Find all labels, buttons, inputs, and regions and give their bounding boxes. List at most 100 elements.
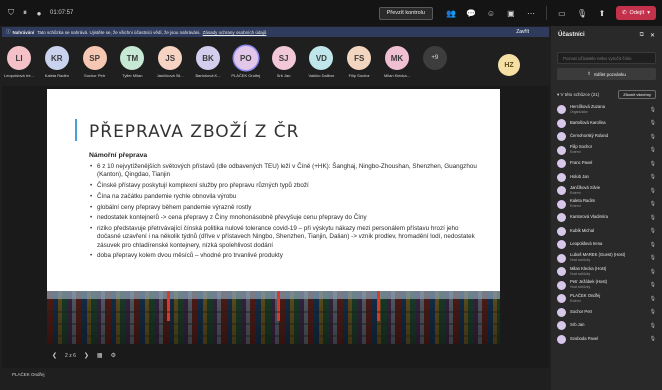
pause-icon[interactable]: ⏸ [20,8,30,18]
avatar [557,321,566,331]
avatar: VD [309,46,334,70]
camera-icon[interactable]: ▭ [554,5,570,21]
take-control-button[interactable]: Převzít kontrolu [378,6,433,20]
panel-header: Účastníci ⧉ ✕ [551,26,662,44]
slide-sorter-icon[interactable]: ▦ [97,352,103,359]
participant-name: Franc Pavel [570,160,593,166]
microphone-off-icon: 🎙 [649,309,656,316]
participant-name: Srb Jan [570,322,585,328]
chat-icon[interactable]: 💬 [463,5,479,21]
participant-list-item[interactable]: Herclíková Zuzana Organizátor 🎙 [551,103,662,117]
participant-list-item[interactable]: Sochor Petr 🎙 [551,306,662,320]
participant-list-item[interactable]: Černohorský Roland 🎙 [551,130,662,144]
participant-list-item[interactable]: Kaleta Radim Externí 🎙 [551,198,662,212]
shared-content-stage: PŘEPRAVA ZBOŽÍ Z ČR Námořní přeprava 6 z… [2,86,549,368]
reactions-icon[interactable]: ☺ [483,5,499,21]
participant-name: Kaleta Radim [44,73,69,78]
participant-tile[interactable]: JS Jančíková Sil... [153,46,187,78]
next-slide-button[interactable]: ❯ [84,352,89,359]
microphone-off-icon: 🎙 [649,322,656,329]
participant-tile[interactable]: BK Bartošová K... [191,46,225,78]
participant-name: Filip Sochor [348,73,370,78]
participant-list-item[interactable]: Milan Klecka (Host) Host schůzky 🎙 [551,265,662,279]
more-participants-button[interactable]: +9 [418,46,452,70]
slide-bullet: Čína na začátku pandemie rychle obnovila… [89,193,479,202]
participant-list-item[interactable]: Srb Jan 🎙 [551,319,662,333]
participant-list-item[interactable]: Kantorová Vladimíra 🎙 [551,211,662,225]
close-panel-button[interactable]: ✕ [650,32,655,39]
invite-search-input[interactable] [563,55,650,61]
slide-bullet: globální ceny přepravy během pandemie vý… [89,204,479,213]
avatar: FS [347,46,372,70]
more-options-icon[interactable]: ⋯ [523,5,539,21]
participant-tile[interactable]: PO PLAČEK Ondřej [229,46,263,78]
microphone-off-icon: 🎙 [649,160,656,167]
participant-tile[interactable]: VD Vašíko Dalibor [304,46,338,78]
avatar [557,105,566,115]
share-screen-icon[interactable]: ⬆ [594,5,610,21]
mute-all-button[interactable]: Ztlumit všechny [618,90,656,99]
avatar [557,280,566,290]
participant-list-item[interactable]: PLAČEK Ondřej Externí 🎙 [551,292,662,306]
crane [377,291,380,321]
share-invite-button[interactable]: ⇪ Sdílet pozvánku [557,68,656,80]
participant-list-item[interactable]: Petr Ježábek (Host) Host schůzky 🎙 [551,279,662,293]
participant-list-item[interactable]: Leopoldová Irena 🎙 [551,238,662,252]
participant-tile[interactable]: FS Filip Sochor [342,46,376,78]
leave-button[interactable]: ✆ Odejít ▾ [615,6,656,20]
participant-tile[interactable]: SJ Srb Jan [267,46,301,78]
slide-bullet: doba přepravy kolem dvou měsíců – vhodné… [89,252,479,261]
participants-panel: Účastníci ⧉ ✕ ⇪ Sdílet pozvánku ▾ V této… [551,26,662,390]
privacy-policy-link[interactable]: Zásady ochrany osobních údajů [203,30,267,35]
slide-bullet: nedostatek kontejnerů -> cena přepravy z… [89,214,479,223]
participant-tile[interactable]: LI Leopoldová Ire... [2,46,36,78]
participant-list-item[interactable]: Bartošová Karolína 🎙 [551,117,662,131]
settings-icon[interactable]: ⚙ [111,352,116,359]
participant-name: Srb Jan [276,73,291,78]
participant-name: Svoboda Pavel [570,335,599,341]
avatar: LI [7,46,31,70]
in-meeting-section-header[interactable]: ▾ V této schůzce (21) Ztlumit všechny [551,90,662,99]
participant-list-item[interactable]: Filip Sochor Externí 🎙 [551,144,662,158]
microphone-off-icon: 🎙 [649,133,656,140]
teams-meeting-window: ⛉ ⏸ ● 01:07:57 Převzít kontrolu 👥 💬 ☺ ▣ … [0,0,662,390]
phone-icon: ✆ [621,10,627,16]
microphone-off-icon: 🎙 [649,174,656,181]
previous-slide-button[interactable]: ❮ [52,352,57,359]
chevron-down-icon: ▾ [647,10,650,16]
participant-list-item[interactable]: Svoboda Pavel 🎙 [551,333,662,347]
participant-list-item[interactable]: Luboš MAREK (Guest) (Host) Host schůzky 🎙 [551,252,662,266]
pop-out-icon[interactable]: ⧉ [640,32,644,39]
microphone-off-icon: 🎙 [649,228,656,235]
participant-list-item[interactable]: Jančíková Silvie Externí 🎙 [551,184,662,198]
invite-search-field[interactable] [557,52,656,64]
participant-role: Externí [570,204,581,209]
participant-list-item[interactable]: Franc Pavel 🎙 [551,157,662,171]
meeting-toolbar: ⛉ ⏸ ● 01:07:57 Převzít kontrolu 👥 💬 ☺ ▣ … [0,0,662,26]
self-name-label: PLAČEK Ondřej [12,372,45,377]
microphone-off-icon: 🎙 [649,241,656,248]
avatar: SJ [271,46,296,70]
microphone-icon[interactable]: 🎙 [574,5,590,21]
participant-list-item[interactable]: Kubík Michal 🎙 [551,225,662,239]
participants-strip: LI Leopoldová Ire... KR Kaleta Radim SP Socho… [2,40,549,84]
participant-tile[interactable]: TM Tyller Milan [115,46,149,78]
participant-name: Kubík Michal [570,227,594,233]
participant-tile[interactable]: KR Kaleta Radim [40,46,74,78]
port-sky [47,291,500,299]
shield-icon: ⛉ [8,8,14,17]
people-icon[interactable]: 👥 [443,5,459,21]
participant-tile[interactable]: SP Sochor Petr [78,46,112,78]
participant-list-item[interactable]: Holub Jan 🎙 [551,171,662,185]
avatar [557,240,566,250]
avatar [557,294,566,304]
avatar [557,213,566,223]
rooms-icon[interactable]: ▣ [503,5,519,21]
container-port-image [47,291,500,344]
avatar [557,199,566,209]
participant-tile[interactable]: MK Milan Klecka... [380,46,414,78]
participant-name: Tyller Milan [122,73,143,78]
avatar: BK [196,46,220,70]
avatar: SP [82,46,107,70]
banner-close-button[interactable]: Zavřít [516,29,529,35]
